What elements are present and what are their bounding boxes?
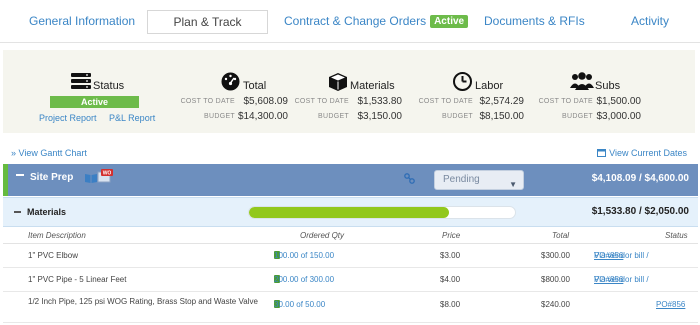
site-prep-title: Site Prep (30, 172, 74, 183)
total-budget-label: BUDGET (204, 113, 235, 120)
chevron-down-icon: ▼ (509, 180, 517, 189)
pl-report-link[interactable]: P&L Report (109, 113, 155, 123)
dashboard-gauge-icon (221, 72, 240, 91)
view-current-dates-label: View Current Dates (609, 148, 687, 158)
item-price: $4.00 (440, 275, 461, 284)
labor-budget-value: $8,150.00 (479, 111, 525, 122)
wo-badge-text: WO (103, 171, 112, 177)
item-description: 1" PVC Elbow (28, 251, 78, 260)
book-icon[interactable] (84, 172, 98, 184)
table-header: Item Description Ordered Qty Price Total… (3, 228, 698, 244)
tab-general-information[interactable]: General Information (29, 14, 135, 28)
total-title: Total (243, 80, 267, 92)
total-cost-value: $5,608.09 (243, 96, 289, 107)
calendar-icon (597, 149, 607, 157)
view-gantt-chart-link[interactable]: » View Gantt Chart (11, 148, 87, 158)
server-icon (71, 73, 91, 89)
tab-documents-rfis[interactable]: Documents & RFIs (484, 14, 585, 28)
tab-plan-track[interactable]: Plan & Track (147, 10, 268, 34)
labor-budget-label: BUDGET (442, 113, 473, 120)
tab-contract-label: Contract & Change Orders (284, 14, 427, 28)
labor-title: Labor (475, 80, 504, 92)
materials-cost-value: $1,533.80 (357, 96, 403, 107)
status-title: Status (93, 80, 125, 92)
subs-cost-value: $1,500.00 (596, 96, 642, 107)
materials-progress-bar (248, 206, 516, 219)
item-total: $240.00 (541, 300, 570, 309)
clock-icon (453, 72, 472, 91)
materials-title: Materials (350, 80, 395, 92)
materials-section-title: Materials (27, 207, 67, 217)
subs-budget-value: $3,000.00 (596, 111, 642, 122)
materials-budget-label: BUDGET (318, 113, 349, 120)
ordered-qty-value: 30.00 of 50.00 (274, 300, 326, 309)
labor-cost-label: COST TO DATE (418, 98, 473, 105)
materials-section-amount: $1,533.80 / $2,050.00 (591, 206, 689, 217)
total-cost-label: COST TO DATE (180, 98, 235, 105)
item-total: $800.00 (541, 275, 570, 284)
ordered-qty-value: 100.00 of 150.00 (274, 251, 335, 260)
status-value-badge: Active (50, 96, 139, 108)
collapse-icon[interactable] (14, 211, 21, 213)
header-price: Price (442, 231, 461, 240)
site-prep-amount: $4,108.09 / $4,600.00 (591, 173, 689, 184)
view-current-dates-link[interactable]: View Current Dates (597, 148, 687, 158)
tab-bar: General Information Plan & Track Contrac… (0, 0, 700, 43)
item-price: $3.00 (440, 251, 461, 260)
summary-panel: Status Active Project Report P&L Report … (3, 50, 695, 133)
table-row: 1" PVC Elbow 100.00 of 150.00 $3.00 $300… (3, 245, 698, 268)
materials-cost-label: COST TO DATE (294, 98, 349, 105)
table-row: 1/2 Inch Pipe, 125 psi WOG Rating, Brass… (3, 293, 698, 323)
po-link[interactable]: PO#856 (594, 251, 623, 260)
header-ordered-qty: Ordered Qty (300, 231, 345, 240)
site-prep-header[interactable]: Site Prep WO Pending ▼ $4,108.09 / $4,60… (3, 164, 698, 196)
collapse-icon[interactable] (16, 174, 24, 176)
total-budget-value: $14,300.00 (237, 111, 288, 122)
header-status: Status (665, 231, 688, 240)
ordered-qty-value: 200.00 of 300.00 (274, 275, 335, 284)
table-row: 1" PVC Pipe - 5 Linear Feet 200.00 of 30… (3, 269, 698, 292)
project-report-link[interactable]: Project Report (39, 113, 97, 123)
status-select[interactable]: Pending ▼ (434, 170, 524, 190)
materials-budget-value: $3,150.00 (357, 111, 403, 122)
header-item-description: Item Description (28, 231, 86, 240)
users-group-icon (570, 72, 594, 90)
header-total: Total (552, 231, 570, 240)
item-description: 1/2 Inch Pipe, 125 psi WOG Rating, Brass… (28, 297, 258, 306)
item-price: $8.00 (440, 300, 461, 309)
item-total: $300.00 (541, 251, 570, 260)
materials-section-header[interactable]: Materials $1,533.80 / $2,050.00 (3, 197, 698, 227)
labor-cost-value: $2,574.29 (479, 96, 525, 107)
box-icon (329, 73, 347, 91)
item-description: 1" PVC Pipe - 5 Linear Feet (28, 275, 127, 284)
tab-activity[interactable]: Activity (631, 14, 669, 28)
work-order-icon[interactable]: WO (97, 169, 113, 183)
tab-contract-change-orders[interactable]: Contract & Change Orders Active (284, 14, 469, 28)
po-link[interactable]: PO#856 (594, 275, 623, 284)
link-icon[interactable] (404, 173, 415, 184)
status-select-value: Pending (443, 174, 480, 185)
subs-title: Subs (595, 80, 621, 92)
po-link[interactable]: PO#856 (656, 300, 685, 309)
active-badge: Active (430, 15, 469, 28)
materials-progress-fill (249, 207, 449, 218)
